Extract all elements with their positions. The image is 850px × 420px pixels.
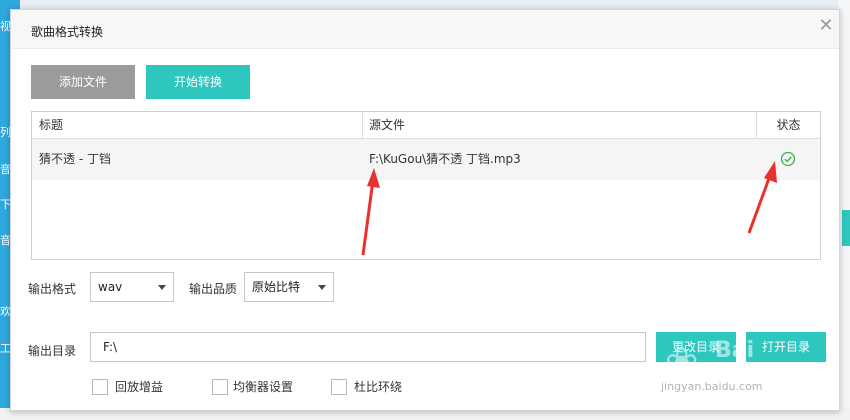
success-check-icon [780, 151, 796, 167]
output-quality-select[interactable]: 原始比特 [244, 272, 334, 302]
table-header: 标题 源文件 状态 [32, 112, 820, 139]
column-header-title: 标题 [39, 118, 64, 132]
output-format-value: wav [98, 280, 123, 294]
output-quality-label: 输出品质 [189, 282, 238, 296]
row-source-file: F:\KuGou\猜不透 丁铛.mp3 [369, 152, 521, 166]
replay-gain-checkbox[interactable] [92, 379, 108, 395]
file-table: 标题 源文件 状态 猜不透 - 丁铛 F:\KuGou\猜不透 丁铛.mp3 [31, 111, 821, 260]
output-dir-input[interactable]: F:\ [90, 332, 646, 362]
close-icon[interactable]: ✕ [816, 16, 836, 36]
row-title: 猜不透 - 丁铛 [39, 152, 111, 166]
change-dir-button[interactable]: 更改目录 [656, 332, 736, 362]
column-header-status: 状态 [776, 118, 801, 132]
watermark-url: jingyan.baidu.com [661, 380, 763, 393]
dialog-titlebar: 歌曲格式转换 ✕ [11, 10, 839, 49]
replay-gain-label: 回放增益 [115, 380, 164, 394]
column-header-source: 源文件 [369, 118, 406, 132]
start-convert-button[interactable]: 开始转换 [146, 65, 250, 99]
format-convert-dialog: 歌曲格式转换 ✕ 添加文件 开始转换 标题 源文件 状态 猜不透 - 丁铛 F:… [10, 9, 840, 411]
column-divider [362, 112, 363, 138]
open-dir-button[interactable]: 打开目录 [746, 332, 826, 362]
output-quality-value: 原始比特 [252, 280, 301, 294]
output-dir-label: 输出目录 [28, 344, 77, 358]
add-file-button[interactable]: 添加文件 [31, 65, 135, 99]
table-row[interactable]: 猜不透 - 丁铛 F:\KuGou\猜不透 丁铛.mp3 [32, 139, 820, 180]
equalizer-label: 均衡器设置 [233, 380, 294, 394]
output-format-select[interactable]: wav [90, 272, 174, 302]
dolby-surround-checkbox[interactable] [331, 379, 347, 395]
equalizer-checkbox[interactable] [212, 379, 228, 395]
chevron-down-icon [318, 285, 326, 290]
output-dir-value: F:\ [103, 340, 118, 354]
chevron-down-icon [158, 285, 166, 290]
dialog-title: 歌曲格式转换 [31, 25, 104, 39]
background-accent-bar [842, 210, 850, 246]
dolby-surround-label: 杜比环绕 [354, 380, 403, 394]
output-format-label: 输出格式 [28, 282, 77, 296]
